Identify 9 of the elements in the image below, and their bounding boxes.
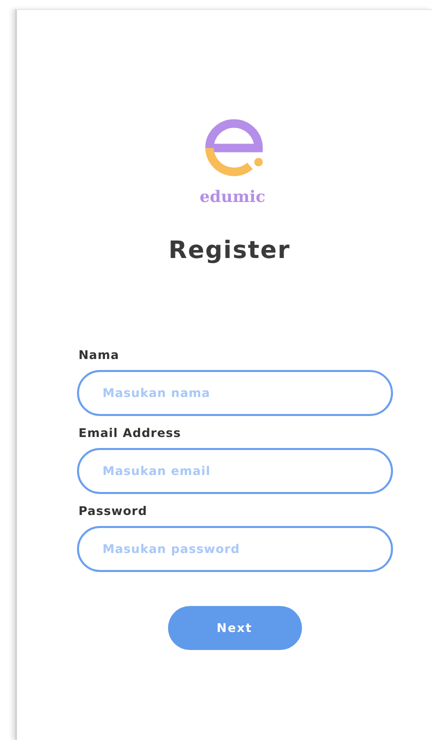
field-label: Nama <box>78 348 120 362</box>
brand-name: edumic <box>200 187 266 206</box>
next-button[interactable]: Next <box>168 606 302 650</box>
field-label: Email Address <box>78 426 182 440</box>
field-label: Password <box>78 504 148 518</box>
input-field[interactable]: Masukan password <box>76 526 392 572</box>
page-title: Register <box>168 236 291 264</box>
input-field[interactable]: Masukan nama <box>76 370 392 416</box>
input-field[interactable]: Masukan email <box>76 448 392 494</box>
